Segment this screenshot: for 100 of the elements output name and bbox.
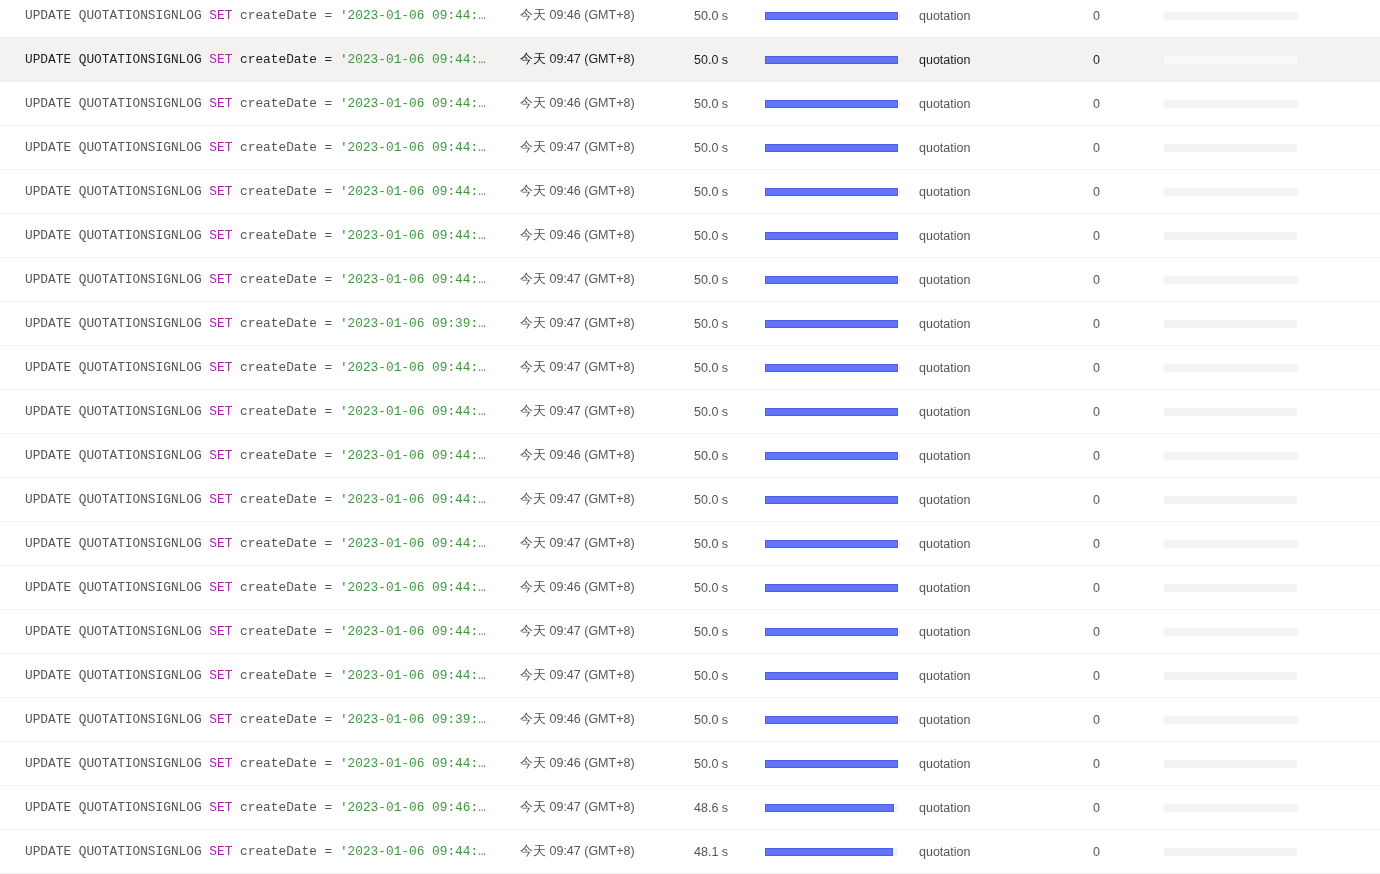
database-text: quotation <box>919 448 971 463</box>
count-text: 0 <box>1093 52 1100 67</box>
count-text: 0 <box>1093 8 1100 23</box>
sql-query-text: UPDATE QUOTATIONSIGNLOG SET createDate = '2023-01-06 09:44:… <box>25 668 486 683</box>
count-text: 0 <box>1093 448 1100 463</box>
count-text: 0 <box>1093 140 1100 155</box>
time-text: 今天 09:47 (GMT+8) <box>520 623 635 640</box>
count-text: 0 <box>1093 184 1100 199</box>
count-text: 0 <box>1093 536 1100 551</box>
duration-text: 50.0 s <box>694 712 729 727</box>
count-text: 0 <box>1093 668 1100 683</box>
sql-query-text: UPDATE QUOTATIONSIGNLOG SET createDate = '2023-01-06 09:44:… <box>25 360 486 375</box>
count-text: 0 <box>1093 404 1100 419</box>
time-text: 今天 09:46 (GMT+8) <box>520 7 635 24</box>
time-text: 今天 09:46 (GMT+8) <box>520 183 635 200</box>
time-text: 今天 09:47 (GMT+8) <box>520 491 635 508</box>
count-text: 0 <box>1093 624 1100 639</box>
time-text: 今天 09:46 (GMT+8) <box>520 579 635 596</box>
sql-query-text: UPDATE QUOTATIONSIGNLOG SET createDate = '2023-01-06 09:44:… <box>25 844 486 859</box>
database-text: quotation <box>919 756 971 771</box>
count-text: 0 <box>1093 96 1100 111</box>
database-text: quotation <box>919 624 971 639</box>
time-text: 今天 09:47 (GMT+8) <box>520 315 635 332</box>
database-text: quotation <box>919 272 971 287</box>
count-text: 0 <box>1093 800 1100 815</box>
duration-text: 50.0 s <box>694 8 729 23</box>
database-text: quotation <box>919 316 971 331</box>
count-text: 0 <box>1093 756 1100 771</box>
duration-text: 50.0 s <box>694 52 729 67</box>
duration-text: 50.0 s <box>694 624 729 639</box>
count-text: 0 <box>1093 272 1100 287</box>
sql-query-text: UPDATE QUOTATIONSIGNLOG SET createDate = '2023-01-06 09:46:… <box>25 800 486 815</box>
count-text: 0 <box>1093 492 1100 507</box>
database-text: quotation <box>919 228 971 243</box>
database-text: quotation <box>919 404 971 419</box>
database-text: quotation <box>919 536 971 551</box>
sql-query-text: UPDATE QUOTATIONSIGNLOG SET createDate = '2023-01-06 09:44:… <box>25 8 486 23</box>
time-text: 今天 09:46 (GMT+8) <box>520 447 635 464</box>
duration-text: 50.0 s <box>694 404 729 419</box>
time-text: 今天 09:47 (GMT+8) <box>520 799 635 816</box>
sql-query-text: UPDATE QUOTATIONSIGNLOG SET createDate = '2023-01-06 09:44:… <box>25 228 486 243</box>
time-text: 今天 09:47 (GMT+8) <box>520 51 635 68</box>
duration-text: 50.0 s <box>694 184 729 199</box>
sql-query-text: UPDATE QUOTATIONSIGNLOG SET createDate = '2023-01-06 09:44:… <box>25 536 486 551</box>
time-text: 今天 09:47 (GMT+8) <box>520 667 635 684</box>
duration-text: 50.0 s <box>694 96 729 111</box>
database-text: quotation <box>919 140 971 155</box>
database-text: quotation <box>919 492 971 507</box>
sql-query-text: UPDATE QUOTATIONSIGNLOG SET createDate = '2023-01-06 09:44:… <box>25 756 486 771</box>
database-text: quotation <box>919 52 971 67</box>
duration-text: 50.0 s <box>694 140 729 155</box>
sql-query-text: UPDATE QUOTATIONSIGNLOG SET createDate = '2023-01-06 09:44:… <box>25 272 486 287</box>
database-text: quotation <box>919 360 971 375</box>
time-text: 今天 09:47 (GMT+8) <box>520 359 635 376</box>
database-text: quotation <box>919 184 971 199</box>
duration-text: 50.0 s <box>694 360 729 375</box>
table-row[interactable]: UPDATE QUOTATIONSIGNLOG SET createDate = '2023-01-06 09:44:… 今天 09:47 (GMT+8) 50.0 s quotation 0 <box>0 38 1380 82</box>
duration-text: 50.0 s <box>694 316 729 331</box>
time-text: 今天 09:47 (GMT+8) <box>520 403 635 420</box>
time-text: 今天 09:47 (GMT+8) <box>520 535 635 552</box>
duration-text: 50.0 s <box>694 668 729 683</box>
duration-text: 48.6 s <box>694 800 729 815</box>
database-text: quotation <box>919 800 971 815</box>
count-text: 0 <box>1093 228 1100 243</box>
database-text: quotation <box>919 8 971 23</box>
time-text: 今天 09:46 (GMT+8) <box>520 95 635 112</box>
sql-query-text: UPDATE QUOTATIONSIGNLOG SET createDate = '2023-01-06 09:39:… <box>25 316 486 331</box>
time-text: 今天 09:47 (GMT+8) <box>520 271 635 288</box>
sql-query-text: UPDATE QUOTATIONSIGNLOG SET createDate = '2023-01-06 09:39:… <box>25 712 486 727</box>
sql-query-text: UPDATE QUOTATIONSIGNLOG SET createDate = '2023-01-06 09:44:… <box>25 140 486 155</box>
time-text: 今天 09:46 (GMT+8) <box>520 755 635 772</box>
duration-text: 50.0 s <box>694 580 729 595</box>
database-text: quotation <box>919 580 971 595</box>
sql-query-text: UPDATE QUOTATIONSIGNLOG SET createDate = '2023-01-06 09:44:… <box>25 404 486 419</box>
duration-text: 50.0 s <box>694 272 729 287</box>
duration-text: 50.0 s <box>694 536 729 551</box>
sql-query-text: UPDATE QUOTATIONSIGNLOG SET createDate = '2023-01-06 09:44:… <box>25 624 486 639</box>
sql-query-text: UPDATE QUOTATIONSIGNLOG SET createDate = '2023-01-06 09:44:… <box>25 492 486 507</box>
time-text: 今天 09:47 (GMT+8) <box>520 139 635 156</box>
sql-query-text: UPDATE QUOTATIONSIGNLOG SET createDate = '2023-01-06 09:44:… <box>25 580 486 595</box>
count-text: 0 <box>1093 844 1100 859</box>
time-text: 今天 09:47 (GMT+8) <box>520 843 635 860</box>
time-text: 今天 09:46 (GMT+8) <box>520 711 635 728</box>
duration-text: 50.0 s <box>694 448 729 463</box>
database-text: quotation <box>919 668 971 683</box>
count-text: 0 <box>1093 316 1100 331</box>
sql-query-text: UPDATE QUOTATIONSIGNLOG SET createDate = '2023-01-06 09:44:… <box>25 184 486 199</box>
database-text: quotation <box>919 844 971 859</box>
duration-text: 50.0 s <box>694 492 729 507</box>
database-text: quotation <box>919 96 971 111</box>
count-text: 0 <box>1093 712 1100 727</box>
sql-query-text: UPDATE QUOTATIONSIGNLOG SET createDate = '2023-01-06 09:44:… <box>25 52 486 67</box>
sql-query-text: UPDATE QUOTATIONSIGNLOG SET createDate = '2023-01-06 09:44:… <box>25 448 486 463</box>
count-text: 0 <box>1093 360 1100 375</box>
time-text: 今天 09:46 (GMT+8) <box>520 227 635 244</box>
duration-text: 50.0 s <box>694 228 729 243</box>
duration-text: 48.1 s <box>694 844 729 859</box>
database-text: quotation <box>919 712 971 727</box>
count-text: 0 <box>1093 580 1100 595</box>
duration-text: 50.0 s <box>694 756 729 771</box>
